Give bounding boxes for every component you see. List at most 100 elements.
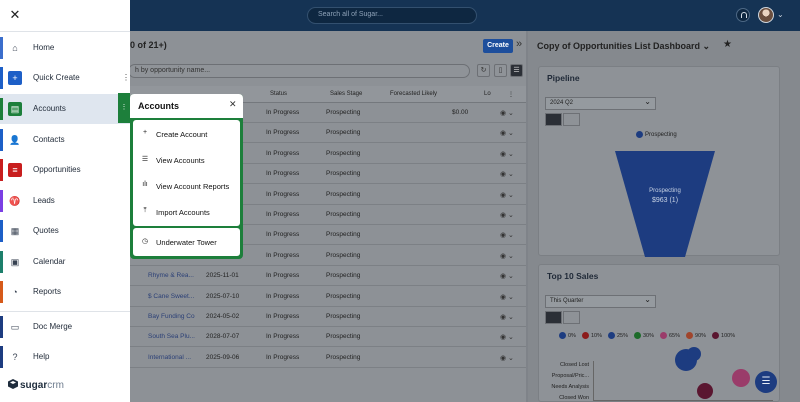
row-actions-icon[interactable]: ◉ ⌄: [500, 191, 514, 199]
sidebar-item-label: Accounts: [33, 104, 66, 113]
row-actions-icon[interactable]: ◉ ⌄: [500, 170, 514, 178]
flyout-actions: + Create Account ☰ View Accounts ılı View Acc…: [133, 120, 240, 226]
sidebar-item-label: Calendar: [33, 257, 66, 266]
row-actions-icon[interactable]: ◉ ⌄: [500, 150, 514, 158]
sidebar-item-reports[interactable]: ◔ Reports: [0, 277, 130, 307]
sales-bubble[interactable]: [732, 369, 750, 387]
sidebar-item-leads[interactable]: ♈ Leads: [0, 186, 130, 216]
row-actions-icon[interactable]: ◉ ⌄: [500, 231, 514, 239]
column-header-status[interactable]: Status: [270, 91, 287, 97]
table-row[interactable]: Bay Funding Co 2024-05-02 In Progress Prosp…: [130, 307, 526, 327]
opportunity-account-link[interactable]: $ Cane Sweet...: [148, 293, 194, 300]
help-chat-button[interactable]: ☰: [755, 371, 777, 393]
menu-item-view-account-reports[interactable]: ılı View Account Reports: [133, 173, 240, 199]
legend-entry: 100%: [712, 332, 735, 339]
global-search-input[interactable]: Search all of Sugar...: [307, 7, 477, 24]
table-row[interactable]: Rhyme & Rea... 2025-11-01 In Progress Prosp…: [130, 266, 526, 287]
close-date: 2025-07-10: [206, 292, 240, 300]
opportunity-account-link[interactable]: Bay Funding Co: [148, 313, 195, 320]
close-date: 2024-05-02: [206, 313, 240, 320]
table-row[interactable]: South Sea Plu... 2028-07-07 In Progress Pro…: [130, 327, 526, 348]
group-toggle-icon[interactable]: [563, 113, 580, 126]
sidebar-item-help[interactable]: ? Help: [0, 342, 130, 372]
sidebar-item-accounts[interactable]: ▤ Accounts: [0, 94, 130, 124]
recent-underwater-tower[interactable]: ◷ Underwater Tower: [133, 229, 240, 255]
sidebar-item-calendar[interactable]: ▣ Calendar: [0, 247, 130, 277]
sales-stage-cell: Prospecting: [326, 251, 361, 259]
dashboard-title[interactable]: Copy of Opportunities List Dashboard ⌄: [537, 41, 710, 52]
clock-icon: ◷: [141, 238, 149, 245]
sidebar-item-opportunities[interactable]: ≡ Opportunities: [0, 155, 130, 185]
y-label: Proposal/Pric...: [551, 373, 589, 379]
user-avatar[interactable]: [758, 7, 774, 23]
sidebar-item-contacts[interactable]: 👤 Contacts: [0, 125, 130, 155]
top-sales-period-select[interactable]: This Quarter: [545, 295, 656, 308]
quick-create-menu-icon[interactable]: ⋮: [122, 73, 130, 82]
table-row[interactable]: $ Cane Sweet... 2025-07-10 In Progress Pros…: [130, 287, 526, 307]
menu-item-view-accounts[interactable]: ☰ View Accounts: [133, 147, 240, 173]
opportunity-account-link[interactable]: South Sea Plu...: [148, 333, 195, 340]
refresh-icon[interactable]: ↻: [477, 64, 490, 77]
column-header-sales-stage[interactable]: Sales Stage: [330, 91, 362, 97]
notifications-bell-icon[interactable]: [736, 8, 750, 22]
module-color-bar: [0, 346, 3, 368]
flyout-recents: ◷ Underwater Tower: [133, 228, 240, 256]
pipeline-period-select[interactable]: 2024 Q2: [545, 97, 656, 110]
sales-bubble[interactable]: [687, 347, 701, 361]
column-menu-icon[interactable]: ⋮: [508, 91, 514, 98]
row-actions-icon[interactable]: ◉ ⌄: [500, 109, 514, 117]
menu-item-label: Create Account: [156, 130, 208, 139]
legend-dot: [712, 332, 720, 339]
sidebar-item-label: Doc Merge: [33, 322, 73, 331]
user-toggle-icon[interactable]: [545, 113, 562, 126]
module-color-bar: [0, 281, 3, 303]
row-actions-icon[interactable]: ◉ ⌄: [500, 293, 514, 301]
list-view-icon[interactable]: ☰: [510, 64, 523, 77]
create-button[interactable]: Create: [483, 39, 513, 53]
column-header-forecasted-likely[interactable]: Forecasted Likely: [390, 91, 437, 97]
sales-bubble[interactable]: [697, 383, 713, 399]
row-actions-icon[interactable]: ◉ ⌄: [500, 252, 514, 260]
group-toggle-icon[interactable]: [563, 311, 580, 324]
legend-entry: 90%: [686, 332, 706, 339]
sidebar-item-label: Contacts: [33, 135, 65, 144]
menu-item-create-account[interactable]: + Create Account: [133, 121, 240, 147]
sidebar-item-doc-merge[interactable]: ▭ Doc Merge: [0, 312, 130, 342]
row-actions-icon[interactable]: ◉ ⌄: [500, 333, 514, 341]
module-color-bar: [0, 190, 3, 212]
row-actions-icon[interactable]: ◉ ⌄: [500, 272, 514, 280]
sales-stage-cell: Prospecting: [326, 313, 361, 320]
close-icon[interactable]: ✕: [8, 8, 22, 22]
table-row[interactable]: International ... 2025-09-06 In Progress Pr…: [130, 348, 526, 368]
list-icon: ☰: [141, 156, 149, 163]
collapse-panel-icon[interactable]: »: [516, 38, 522, 50]
legend-dot: [607, 332, 615, 339]
sidebar-item-label: Quotes: [33, 226, 59, 235]
row-actions-icon[interactable]: ◉ ⌄: [500, 129, 514, 137]
status-cell: In Progress: [266, 333, 300, 341]
sidebar-item-quotes[interactable]: ▦ Quotes: [0, 216, 130, 246]
quotes-icon: ▦: [10, 226, 20, 236]
preview-icon[interactable]: ▯: [494, 64, 507, 77]
opportunity-account-link[interactable]: Rhyme & Rea...: [148, 272, 194, 279]
column-header-lo[interactable]: Lo: [484, 91, 491, 97]
opportunity-account-link[interactable]: International ...: [148, 354, 191, 361]
user-toggle-icon[interactable]: [545, 311, 562, 324]
menu-item-import-accounts[interactable]: ⤒ Import Accounts: [133, 199, 240, 225]
filter-search-input[interactable]: h by opportunity name...: [128, 64, 470, 78]
sidebar-item-label: Home: [33, 43, 55, 52]
upload-icon: ⤒: [143, 207, 147, 214]
status-cell: In Progress: [266, 251, 300, 259]
accounts-menu-toggle-icon[interactable]: ⋮: [118, 93, 130, 123]
row-actions-icon[interactable]: ◉ ⌄: [500, 354, 514, 362]
sugarcrm-cube-icon: [8, 379, 18, 389]
sidebar-item-label: Quick Create: [33, 73, 80, 82]
row-actions-icon[interactable]: ◉ ⌄: [500, 211, 514, 219]
favorite-star-icon[interactable]: ★: [723, 39, 732, 50]
row-actions-icon[interactable]: ◉ ⌄: [500, 313, 514, 321]
sidebar-item-home[interactable]: ⌂ Home: [0, 33, 130, 63]
sidebar-item-quick-create[interactable]: + Quick Create: [0, 63, 130, 93]
close-icon[interactable]: ✕: [229, 99, 237, 110]
chevron-down-icon[interactable]: ⌄: [777, 10, 784, 19]
module-color-bar: [0, 98, 3, 120]
